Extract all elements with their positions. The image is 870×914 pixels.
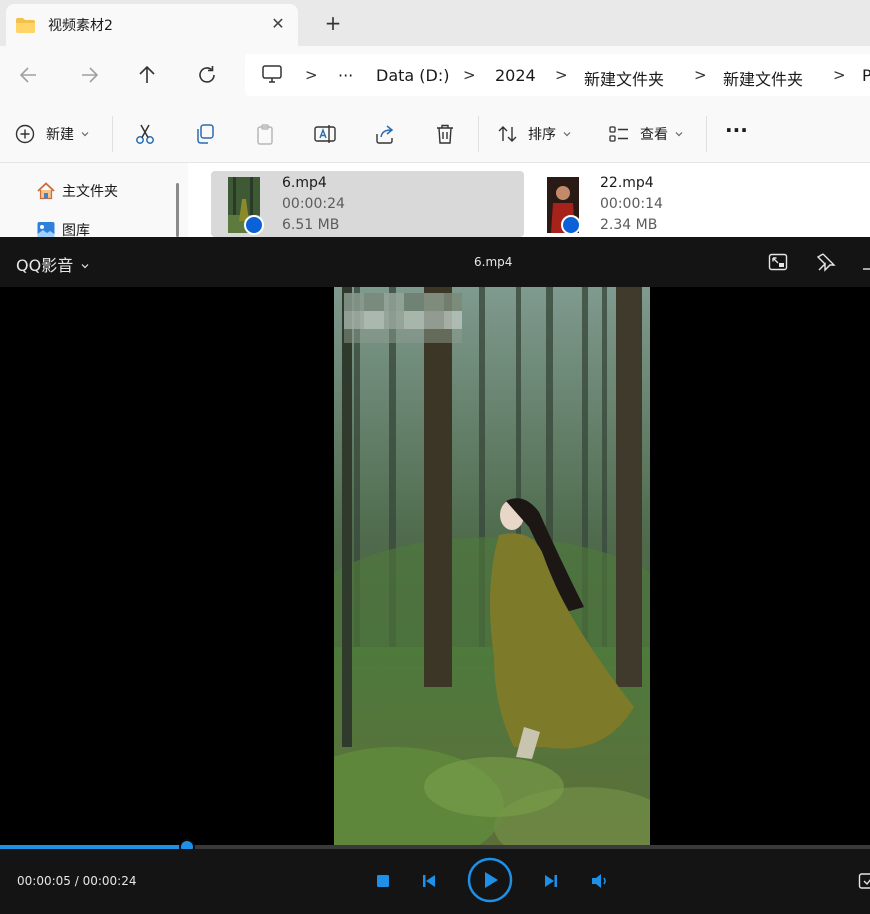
plus-circle-icon <box>15 124 35 144</box>
time-label: 00:00:05 / 00:00:24 <box>17 874 137 888</box>
qq-player-badge-icon <box>244 215 264 235</box>
file-size: 2.34 MB <box>600 217 658 233</box>
video-player-window: QQ影音 6.mp4 00:00:05 / 00:00:24 <box>0 237 870 914</box>
nav-scrollbar[interactable] <box>176 183 179 237</box>
file-size: 6.51 MB <box>282 217 340 233</box>
close-tab-icon[interactable]: ✕ <box>268 14 288 34</box>
sort-label: 排序 <box>528 127 556 143</box>
paste-icon[interactable] <box>253 122 277 146</box>
breadcrumb-drive[interactable]: Data (D:) <box>376 66 449 85</box>
nav-item-home[interactable]: 主文件夹 <box>36 180 118 202</box>
tab-strip: 视频素材2 ✕ + <box>0 0 870 46</box>
file-item[interactable]: 6.mp4 00:00:24 6.51 MB <box>211 171 524 237</box>
file-name: 22.mp4 <box>600 175 654 191</box>
volume-icon[interactable] <box>590 871 610 891</box>
nav-item-label: 主文件夹 <box>62 184 118 200</box>
file-browser: 主文件夹 图库 6.mp4 00:00:24 6.51 MB 22.mp4 00… <box>0 163 870 239</box>
file-duration: 00:00:14 <box>600 196 663 212</box>
view-icon <box>609 126 628 142</box>
breadcrumb-folder-2[interactable]: 新建文件夹 <box>723 66 803 90</box>
mini-mode-icon[interactable] <box>767 251 789 273</box>
chevron-down-icon <box>675 132 683 137</box>
sort-button[interactable]: 排序 <box>497 122 572 146</box>
file-duration: 00:00:24 <box>282 196 345 212</box>
minimize-icon[interactable] <box>858 251 870 273</box>
chevron-down-icon <box>81 264 89 269</box>
previous-icon[interactable] <box>420 872 438 890</box>
breadcrumb-more[interactable]: ··· <box>338 66 353 85</box>
chevron-down-icon <box>81 132 89 137</box>
command-bar: 新建 排序 查看 ··· <box>0 104 870 163</box>
share-icon[interactable] <box>373 122 397 146</box>
tab-title: 视频素材2 <box>48 18 113 34</box>
address-bar[interactable]: > ··· Data (D:) > 2024 > 新建文件夹 > 新建文件夹 >… <box>245 54 870 96</box>
player-file-title: 6.mp4 <box>474 255 513 269</box>
forward-arrow-icon[interactable] <box>76 62 102 88</box>
chevron-right-icon: > <box>555 66 568 84</box>
tab-active[interactable]: 视频素材2 ✕ <box>6 4 298 46</box>
new-tab-button[interactable]: + <box>322 12 344 34</box>
sort-icon <box>498 126 517 142</box>
qq-player-badge-icon <box>561 215 581 235</box>
new-button[interactable]: 新建 <box>14 122 90 146</box>
player-title-bar: QQ影音 6.mp4 <box>0 237 870 287</box>
player-control-bar: 00:00:05 / 00:00:24 <box>0 849 870 914</box>
play-button[interactable] <box>467 857 513 903</box>
chevron-right-icon: > <box>694 66 707 84</box>
folder-icon <box>16 18 35 33</box>
player-brand: QQ影音 <box>16 256 74 275</box>
view-button[interactable]: 查看 <box>608 122 684 146</box>
delete-icon[interactable] <box>433 122 457 146</box>
more-options-button[interactable]: ··· <box>725 118 748 142</box>
breadcrumb-year[interactable]: 2024 <box>495 66 536 85</box>
divider <box>478 116 479 152</box>
breadcrumb-folder-3[interactable]: P <box>862 66 870 85</box>
cut-icon[interactable] <box>133 122 157 146</box>
back-arrow-icon[interactable] <box>16 62 42 88</box>
this-pc-icon <box>262 65 282 83</box>
chevron-right-icon: > <box>833 66 846 84</box>
rename-icon[interactable] <box>313 122 337 146</box>
navigation-pane: 主文件夹 图库 <box>0 163 188 239</box>
pin-icon[interactable] <box>815 251 837 273</box>
chevron-down-icon <box>563 132 571 137</box>
file-item[interactable]: 22.mp4 00:00:14 2.34 MB <box>530 171 850 237</box>
next-icon[interactable] <box>542 872 560 890</box>
up-arrow-icon[interactable] <box>134 62 160 88</box>
divider <box>706 116 707 152</box>
view-label: 查看 <box>640 127 668 143</box>
copy-icon[interactable] <box>193 122 217 146</box>
new-label: 新建 <box>46 127 74 143</box>
navigation-bar: > ··· Data (D:) > 2024 > 新建文件夹 > 新建文件夹 >… <box>0 46 870 104</box>
screenshot-icon[interactable] <box>858 871 870 891</box>
stop-icon[interactable] <box>375 873 391 889</box>
file-name: 6.mp4 <box>282 175 327 191</box>
chevron-right-icon: > <box>463 66 476 84</box>
refresh-icon[interactable] <box>194 62 220 88</box>
divider <box>112 116 113 152</box>
chevron-right-icon: > <box>305 66 318 84</box>
video-frame[interactable] <box>334 287 650 847</box>
player-menu-button[interactable]: QQ影音 <box>16 252 90 276</box>
home-icon <box>37 182 55 200</box>
breadcrumb-folder-1[interactable]: 新建文件夹 <box>584 66 664 90</box>
